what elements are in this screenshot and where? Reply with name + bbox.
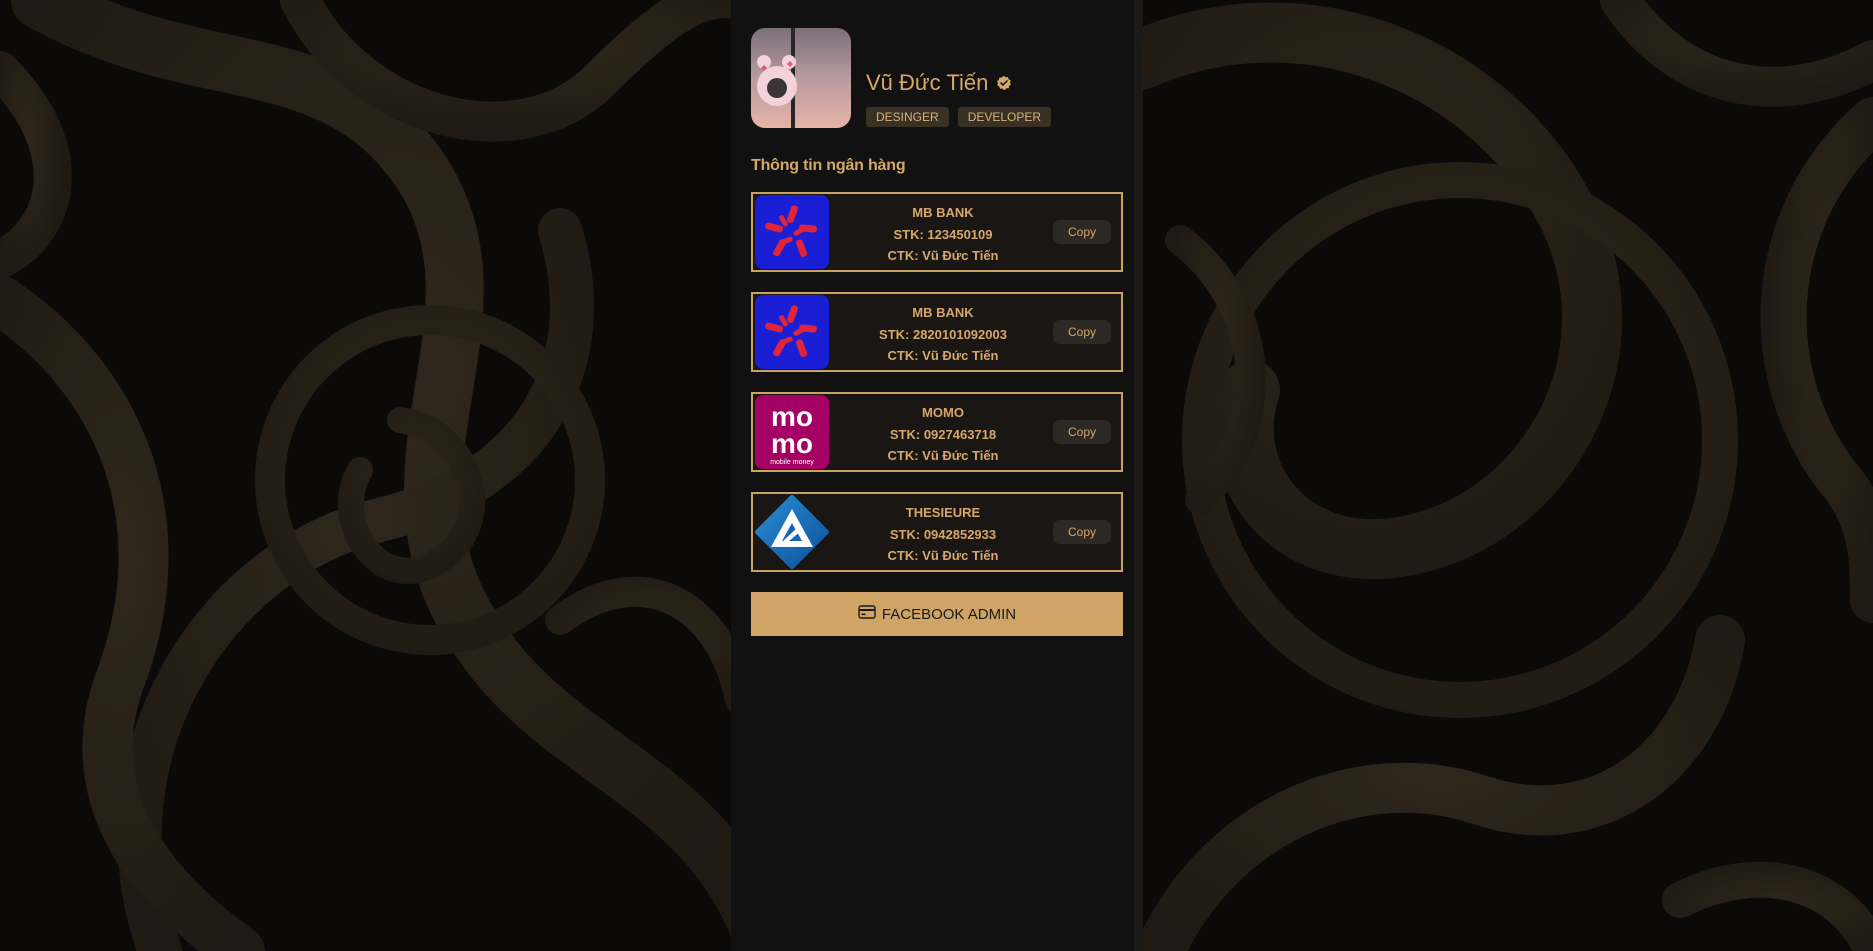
bank-card: MB BANK STK: 2820101092003 CTK: Vũ Đức T…	[751, 292, 1123, 372]
avatar	[751, 28, 851, 128]
momo-logo: mo mo mobile money	[755, 395, 829, 469]
bank-card: MB BANK STK: 123450109 CTK: Vũ Đức Tiến …	[751, 192, 1123, 272]
profile-panel: Vũ Đức Tiến DESINGER DEVELOPER Thông tin…	[731, 0, 1143, 951]
account-number: STK: 0927463718	[889, 426, 997, 442]
bank-info-title: Thông tin ngân hàng	[751, 157, 906, 174]
bank-card: THESIEURE STK: 0942852933 CTK: Vũ Đức Ti…	[751, 492, 1123, 572]
bank-card: mo mo mobile money MOMO STK: 0927463718 …	[751, 392, 1123, 472]
momo-logo-text-bottom: mo	[771, 428, 813, 459]
copy-button[interactable]: Copy	[1053, 220, 1111, 244]
bank-info: MB BANK STK: 2820101092003 CTK: Vũ Đức T…	[863, 302, 1023, 367]
bank-name: MB BANK	[912, 305, 974, 320]
bank-name: THESIEURE	[905, 505, 981, 520]
momo-logo-caption: mobile money	[770, 459, 814, 466]
facebook-admin-button[interactable]: FACEBOOK ADMIN	[751, 592, 1123, 636]
copy-button[interactable]: Copy	[1053, 320, 1111, 344]
account-number: STK: 2820101092003	[879, 326, 1007, 342]
tag-developer: DEVELOPER	[957, 107, 1052, 127]
profile-header: Vũ Đức Tiến DESINGER DEVELOPER	[751, 28, 1131, 128]
facebook-admin-label: FACEBOOK ADMIN	[881, 605, 1017, 623]
account-holder: CTK: Vũ Đức Tiến	[887, 248, 999, 263]
copy-button[interactable]: Copy	[1053, 420, 1111, 444]
credit-card-icon	[858, 605, 876, 620]
name-row: Vũ Đức Tiến	[866, 70, 1012, 96]
account-number: STK: 0942852933	[889, 526, 997, 542]
bank-info: MOMO STK: 0927463718 CTK: Vũ Đức Tiến	[863, 402, 1023, 467]
mb-bank-logo	[755, 195, 829, 269]
bank-name: MOMO	[922, 405, 964, 420]
bank-info: THESIEURE STK: 0942852933 CTK: Vũ Đức Ti…	[863, 502, 1023, 567]
account-holder: CTK: Vũ Đức Tiến	[887, 548, 999, 563]
tag-designer: DESINGER	[866, 107, 949, 127]
account-holder: CTK: Vũ Đức Tiến	[887, 348, 999, 363]
bank-list: MB BANK STK: 123450109 CTK: Vũ Đức Tiến …	[751, 192, 1123, 592]
account-holder: CTK: Vũ Đức Tiến	[887, 448, 999, 463]
role-tags: DESINGER DEVELOPER	[866, 107, 1052, 127]
account-number: STK: 123450109	[893, 226, 993, 242]
verified-check-icon	[996, 75, 1012, 91]
copy-button[interactable]: Copy	[1053, 520, 1111, 544]
profile-name: Vũ Đức Tiến	[866, 70, 989, 95]
thesieure-logo	[755, 495, 829, 569]
mb-bank-logo	[755, 295, 829, 369]
bank-info: MB BANK STK: 123450109 CTK: Vũ Đức Tiến	[863, 202, 1023, 267]
bank-name: MB BANK	[912, 205, 974, 220]
